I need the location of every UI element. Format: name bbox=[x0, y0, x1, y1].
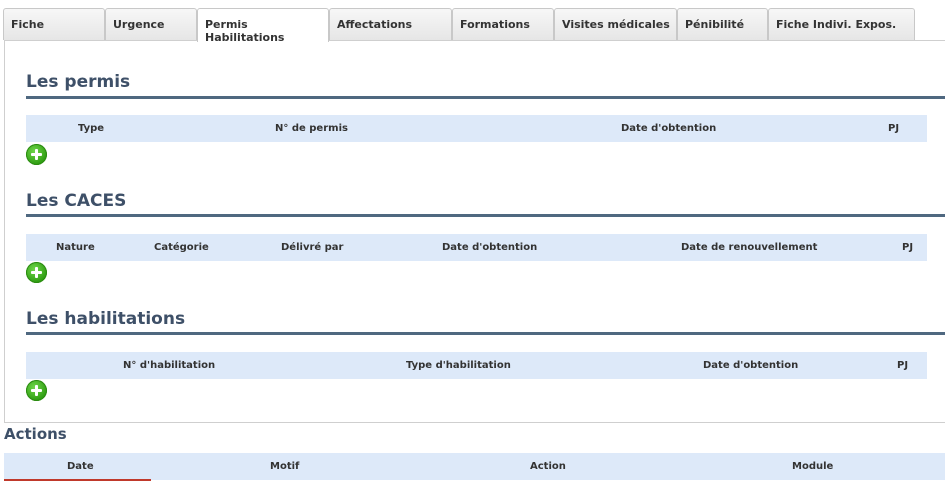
section-title-caces: Les CACES bbox=[26, 191, 127, 211]
column-header-pj[interactable]: PJ bbox=[888, 123, 899, 134]
column-header-date[interactable]: Date bbox=[67, 461, 94, 472]
column-header-pj[interactable]: PJ bbox=[897, 360, 908, 371]
section-title-habilitations: Les habilitations bbox=[26, 309, 186, 329]
tab-penibilite[interactable]: Pénibilité bbox=[677, 8, 768, 40]
tab-bar: Fiche Urgence Permis Habilitations Affec… bbox=[3, 8, 945, 44]
section-title-permis: Les permis bbox=[26, 72, 131, 92]
tab-urgence[interactable]: Urgence bbox=[105, 8, 197, 40]
add-caces-button[interactable] bbox=[26, 262, 47, 283]
column-header-date-obtention[interactable]: Date d'obtention bbox=[703, 360, 798, 371]
section-divider bbox=[26, 96, 945, 99]
section-title-actions: Actions bbox=[4, 425, 67, 443]
column-header-pj[interactable]: PJ bbox=[902, 242, 913, 253]
tab-affectations[interactable]: Affectations bbox=[329, 8, 452, 40]
column-header-nature[interactable]: Nature bbox=[56, 242, 95, 253]
tab-formations[interactable]: Formations bbox=[452, 8, 554, 40]
tab-fiche[interactable]: Fiche bbox=[3, 8, 105, 40]
column-header-action[interactable]: Action bbox=[530, 461, 566, 472]
add-permis-button[interactable] bbox=[26, 144, 47, 165]
column-header-numero-permis[interactable]: N° de permis bbox=[275, 123, 348, 134]
column-header-date-renouvellement[interactable]: Date de renouvellement bbox=[681, 242, 817, 253]
column-header-motif[interactable]: Motif bbox=[270, 461, 299, 472]
tab-fiche-indivi-expos[interactable]: Fiche Indivi. Expos. bbox=[768, 8, 915, 40]
column-header-type[interactable]: Type bbox=[78, 123, 104, 134]
column-header-date-obtention[interactable]: Date d'obtention bbox=[442, 242, 537, 253]
column-header-module[interactable]: Module bbox=[792, 461, 833, 472]
habilitations-table-header: N° d'habilitation Type d'habilitation Da… bbox=[26, 352, 927, 379]
tab-visites-medicales[interactable]: Visites médicales bbox=[554, 8, 677, 40]
actions-table-header: Date Motif Action Module bbox=[4, 453, 945, 480]
add-habilitation-button[interactable] bbox=[26, 380, 47, 401]
column-header-date-obtention[interactable]: Date d'obtention bbox=[621, 123, 716, 134]
tab-panel-permis-habilitations: Les permis Type N° de permis Date d'obte… bbox=[4, 40, 945, 423]
section-divider bbox=[26, 332, 945, 335]
column-header-numero-habilitation[interactable]: N° d'habilitation bbox=[123, 360, 215, 371]
tab-permis-habilitations[interactable]: Permis Habilitations bbox=[197, 8, 329, 44]
section-divider bbox=[26, 214, 945, 217]
column-header-type-habilitation[interactable]: Type d'habilitation bbox=[406, 360, 511, 371]
column-header-categorie[interactable]: Catégorie bbox=[154, 242, 209, 253]
caces-table-header: Nature Catégorie Délivré par Date d'obte… bbox=[26, 234, 927, 261]
column-header-delivre-par[interactable]: Délivré par bbox=[281, 242, 344, 253]
permis-table-header: Type N° de permis Date d'obtention PJ bbox=[26, 115, 927, 142]
